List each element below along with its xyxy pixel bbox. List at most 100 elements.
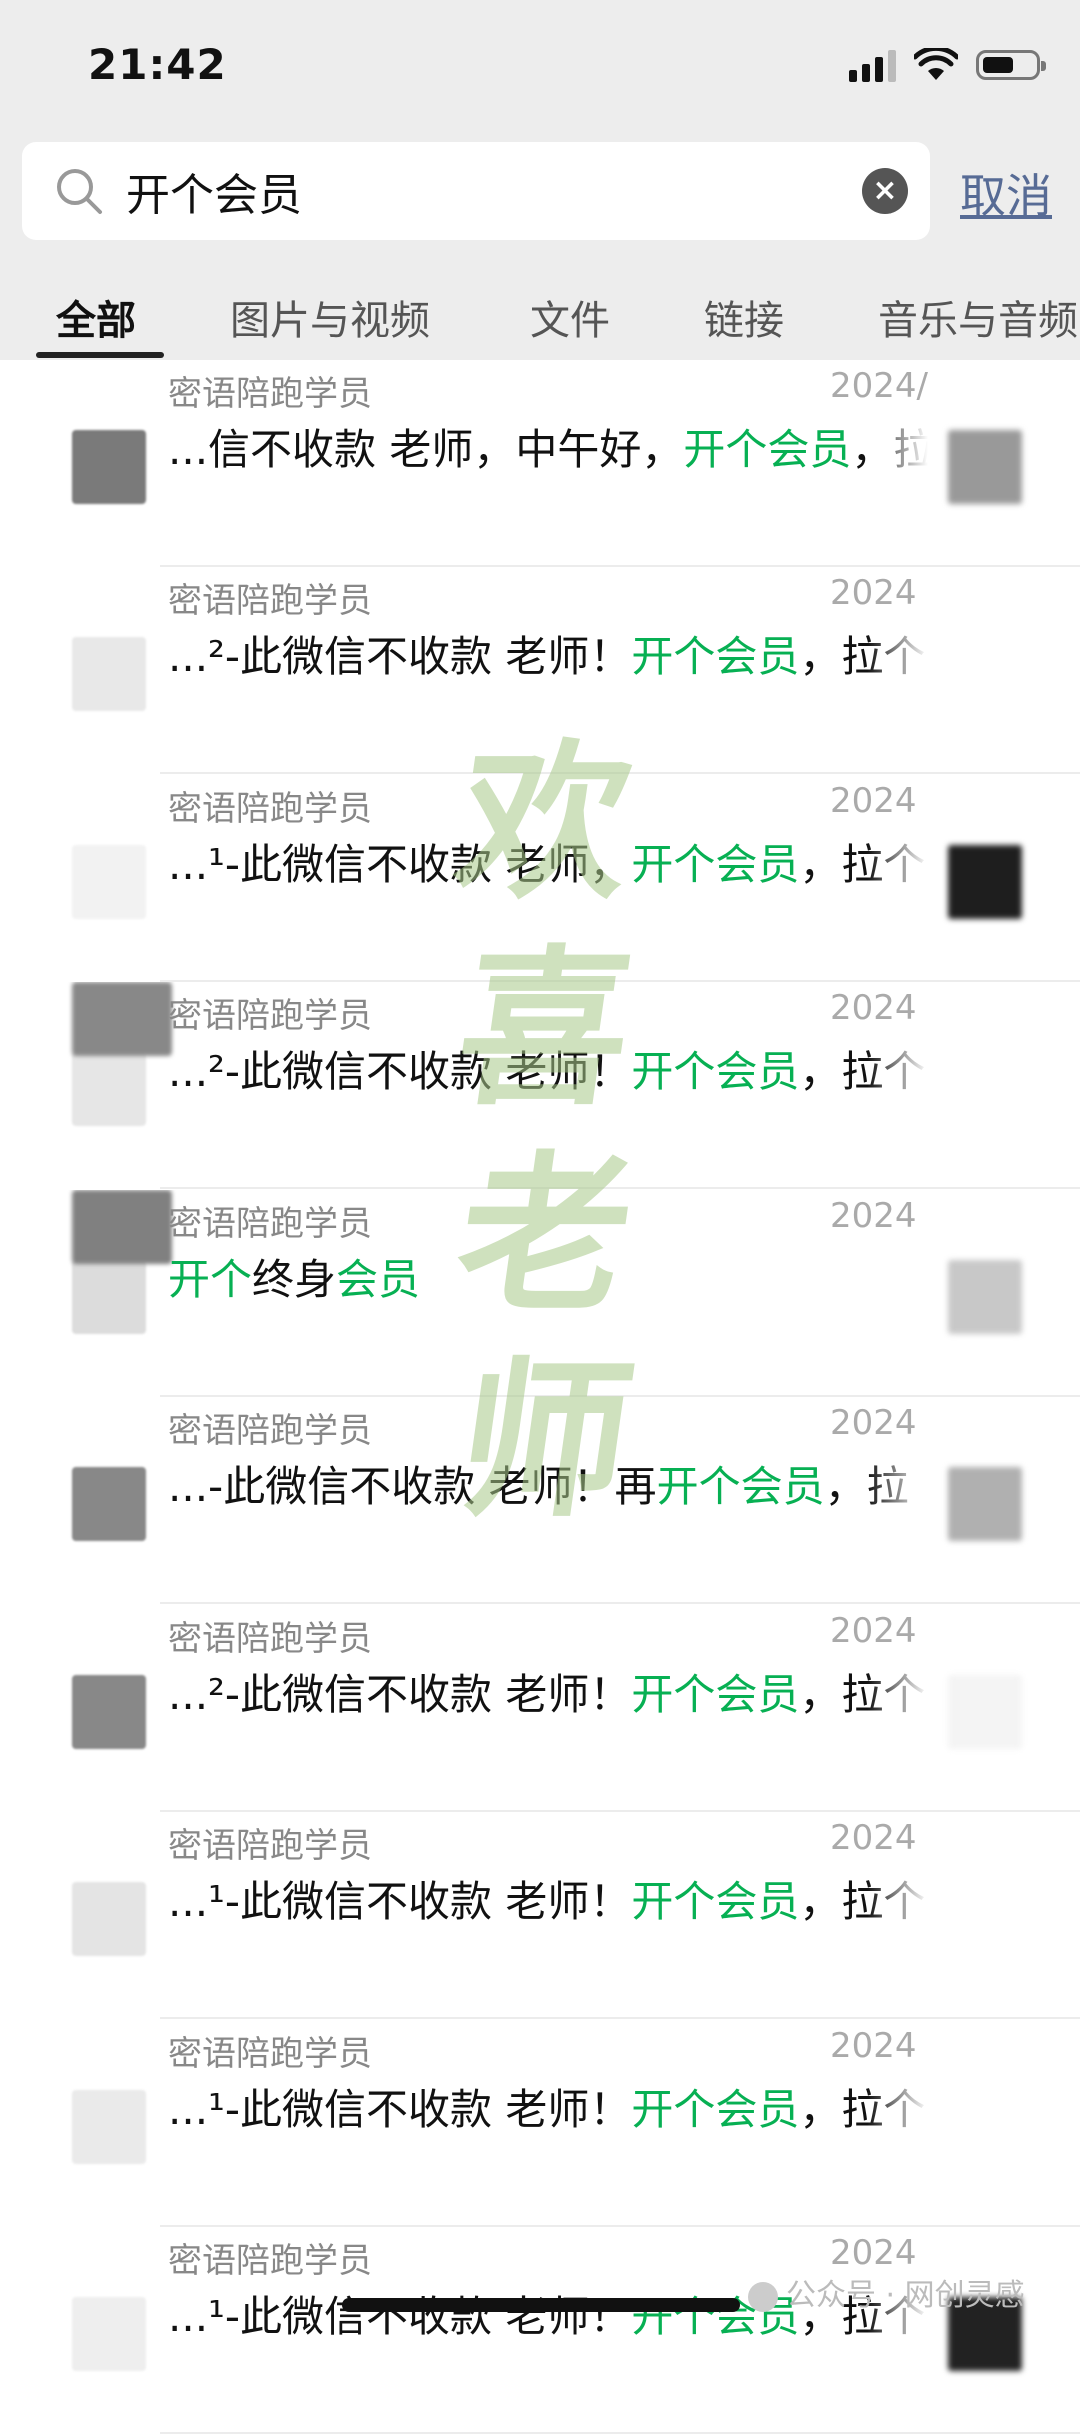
avatar [72,1190,172,1264]
sender-name: 密语陪跑学员 [168,2241,372,2281]
sender-name: 密语陪跑学员 [168,1619,372,1659]
keyword-highlight: 开个会员 [631,840,800,889]
message-thumbnail [948,1675,1022,1749]
sender-name: 密语陪跑学员 [168,1826,372,1866]
message-snippet: ...²-此微信不收款 老师！开个会员，拉个 [168,1661,928,1722]
message-thumbnail [948,1467,1022,1541]
result-row[interactable]: 密语陪跑学员 2024 ...¹-此微信不收款 老师，开个会员，拉个 [0,775,1080,982]
sender-name: 密语陪跑学员 [168,2034,372,2074]
battery-icon [976,50,1046,80]
result-row[interactable]: 密语陪跑学员 2024 ...¹-此微信不收款 老师！开个会员，拉个 [0,2227,1080,2434]
keyword-highlight: 开个会员 [631,632,800,681]
keyword-highlight: 开个会员 [683,425,852,474]
avatar [72,1675,146,1749]
snippet-text: ...²-此微信不收款 老师！ [168,1047,632,1096]
message-date: 2024/ [830,366,928,406]
message-snippet: ...²-此微信不收款 老师！开个会员，拉个 [168,1038,928,1099]
snippet-text: ...¹-此微信不收款 老师！ [168,2085,632,2134]
avatar [72,1260,146,1334]
message-date: 2024 [830,1818,917,1858]
message-date: 2024 [830,1403,917,1443]
active-tab-indicator [36,352,164,358]
snippet-text: ，拉个 [799,632,926,681]
snippet-text: ...-此微信不收款 老师！再 [168,1462,657,1511]
message-date: 2024 [830,781,917,821]
tab-images-videos[interactable]: 图片与视频 [230,288,430,346]
message-snippet: ...¹-此微信不收款 老师！开个会员，拉个 [168,2076,928,2137]
category-tabs: 全部 图片与视频 文件 链接 音乐与音频 [0,282,1080,360]
search-header: 21:42 × 取消 全部 图片与视频 文件 链接 音乐与音频 [0,0,1080,360]
sender-name: 密语陪跑学员 [168,789,372,829]
snippet-text: ...信不收款 老师，中午好， [168,425,684,474]
row-divider [160,2017,1080,2019]
result-row[interactable]: 密语陪跑学员 2024 ...²-此微信不收款 老师！开个会员，拉个 [0,567,1080,774]
credit-label: 公众号 · 网创灵感 [786,2278,1025,2313]
avatar [72,1052,146,1126]
wechat-logo-icon [748,2281,778,2312]
snippet-text: ，拉个 [799,2085,926,2134]
snippet-text: ...²-此微信不收款 老师！ [168,632,632,681]
wifi-icon [914,48,958,80]
message-snippet: ...信不收款 老师，中午好，开个会员，拉 [168,416,928,477]
snippet-text: ...¹-此微信不收款 老师， [168,840,632,889]
cellular-signal-icon [849,48,896,82]
message-thumbnail [948,1260,1022,1334]
message-date: 2024 [830,2026,917,2066]
snippet-text: ，拉个 [799,1670,926,1719]
search-icon [57,169,102,214]
tab-all[interactable]: 全部 [56,288,136,346]
row-divider [160,1187,1080,1189]
avatar [72,845,146,919]
avatar [72,1882,146,1956]
avatar [72,430,146,504]
avatar [72,2297,146,2371]
clear-icon[interactable]: × [862,168,908,214]
avatar [72,2090,146,2164]
message-date: 2024 [830,988,917,1028]
sender-name: 密语陪跑学员 [168,581,372,621]
avatar [72,1467,146,1541]
result-row[interactable]: 密语陪跑学员 2024 ...¹-此微信不收款 老师！开个会员，拉个 [0,1812,1080,2019]
snippet-text: 终身 [252,1255,337,1304]
message-thumbnail [948,845,1022,919]
snippet-text: ，拉个 [799,840,926,889]
avatar [72,637,146,711]
keyword-highlight: 开个会员 [631,1047,800,1096]
status-icons [849,48,1046,82]
keyword-highlight: 会员 [336,1255,421,1304]
tab-links[interactable]: 链接 [704,288,784,346]
status-time: 21:42 [88,40,227,89]
message-snippet: ...¹-此微信不收款 老师，开个会员，拉个 [168,831,928,892]
tab-music-audio[interactable]: 音乐与音频 [878,288,1078,346]
keyword-highlight: 开个 [168,1255,253,1304]
credit-text: 公众号 · 网创灵感 [748,2270,1025,2314]
message-date: 2024 [830,1611,917,1651]
sender-name: 密语陪跑学员 [168,996,372,1036]
sender-name: 密语陪跑学员 [168,1411,372,1451]
result-row[interactable]: 密语陪跑学员 2024 开个终身会员 [0,1190,1080,1397]
result-row[interactable]: 密语陪跑学员 2024 ...²-此微信不收款 老师！开个会员，拉个 [0,982,1080,1189]
result-row[interactable]: 密语陪跑学员 2024 ...¹-此微信不收款 老师！开个会员，拉个 [0,2020,1080,2227]
home-indicator[interactable] [342,2298,740,2312]
result-row[interactable]: 密语陪跑学员 2024 ...-此微信不收款 老师！再开个会员，拉 [0,1397,1080,1604]
message-date: 2024 [830,573,917,613]
result-row[interactable]: 密语陪跑学员 2024 ...²-此微信不收款 老师！开个会员，拉个 [0,1605,1080,1812]
message-date: 2024 [830,2233,917,2273]
row-divider [160,772,1080,774]
cancel-button[interactable]: 取消 [960,160,1052,226]
result-row[interactable]: 密语陪跑学员 2024/ ...信不收款 老师，中午好，开个会员，拉 [0,360,1080,567]
snippet-text: ，拉 [851,425,928,474]
message-snippet: 开个终身会员 [168,1246,928,1307]
snippet-text: ，拉 [824,1462,909,1511]
search-box[interactable]: × [22,142,930,240]
avatar [72,982,172,1056]
snippet-text: ...²-此微信不收款 老师！ [168,1670,632,1719]
tab-files[interactable]: 文件 [530,288,610,346]
sender-name: 密语陪跑学员 [168,374,372,414]
snippet-text: ...¹-此微信不收款 老师！ [168,1877,632,1926]
snippet-text: ，拉个 [799,1047,926,1096]
message-thumbnail [948,430,1022,504]
search-input[interactable] [126,160,826,222]
keyword-highlight: 开个会员 [631,2085,800,2134]
message-date: 2024 [830,1196,917,1236]
